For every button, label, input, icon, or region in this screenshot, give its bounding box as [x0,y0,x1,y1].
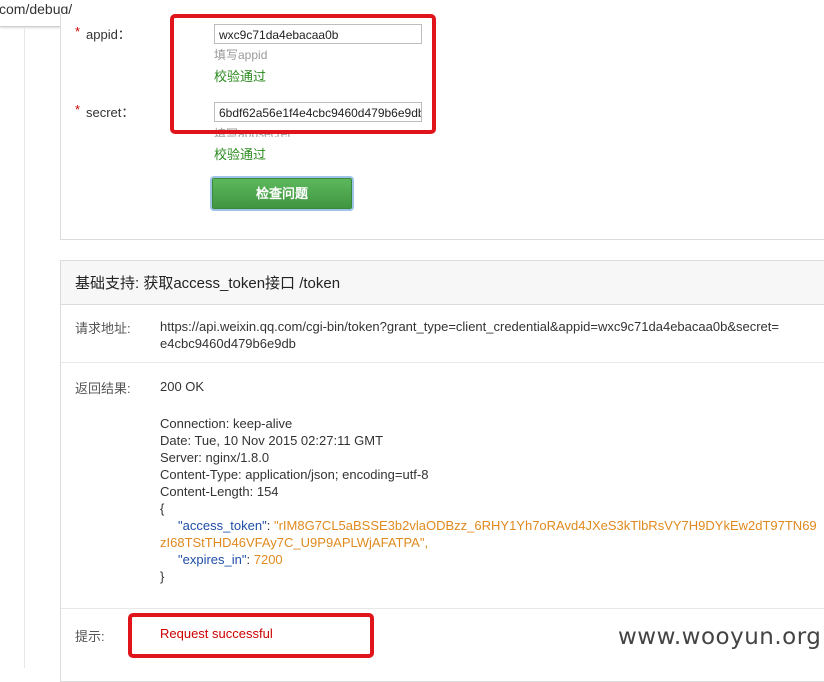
request-url-label: 请求地址: [75,321,131,336]
header-date: Date: Tue, 10 Nov 2015 02:27:11 GMT [160,433,384,448]
row-divider [61,362,824,363]
appid-label: appid： [86,27,131,42]
json-access-token-key: "access_token" [178,518,267,533]
request-url-line2: e4cbc9460d479b6e9db [160,336,296,351]
json-access-token-value-cont: zI68TStTHD46VFAy7C_U9P9APLWjAFATPA", [160,535,429,550]
result-panel-title: 基础支持: 获取access_token接口 /token [75,275,341,292]
watermark-text: www.wooyun.org [618,624,822,650]
json-expires-in-value: 7200 [253,552,283,567]
request-url-line1: https://api.weixin.qq.com/cgi-bin/token?… [160,319,779,334]
secret-status: 校验通过 [214,147,267,162]
highlight-box-credentials [170,14,436,134]
tip-label: 提示: [75,629,105,644]
json-expires-in-key: "expires_in" [178,552,247,567]
json-access-token-line: "access_token": "rIM8G7CL5aBSSE3b2vlaODB… [178,518,817,533]
left-border-line [24,27,25,668]
json-access-token-value: "rIM8G7CL5aBSSE3b2vlaODBzz_6RHY1Yh7oRAvd… [273,518,817,533]
secret-label: secret： [86,105,135,120]
response-status-line: 200 OK [160,379,205,394]
header-server: Server: nginx/1.8.0 [160,450,270,465]
response-label: 返回结果: [75,381,131,396]
row-divider [61,608,824,609]
json-expires-in-line: "expires_in": 7200 [178,552,283,567]
highlight-box-result [128,613,374,658]
header-content-type: Content-Type: application/json; encoding… [160,467,429,482]
required-mark-secret: * [75,102,81,117]
json-close-brace: } [160,569,165,584]
json-open-brace: { [160,501,165,516]
required-mark-appid: * [75,24,81,39]
check-problem-button[interactable]: 检查问题 [212,178,352,209]
header-connection: Connection: keep-alive [160,416,293,431]
header-content-length: Content-Length: 154 [160,484,279,499]
